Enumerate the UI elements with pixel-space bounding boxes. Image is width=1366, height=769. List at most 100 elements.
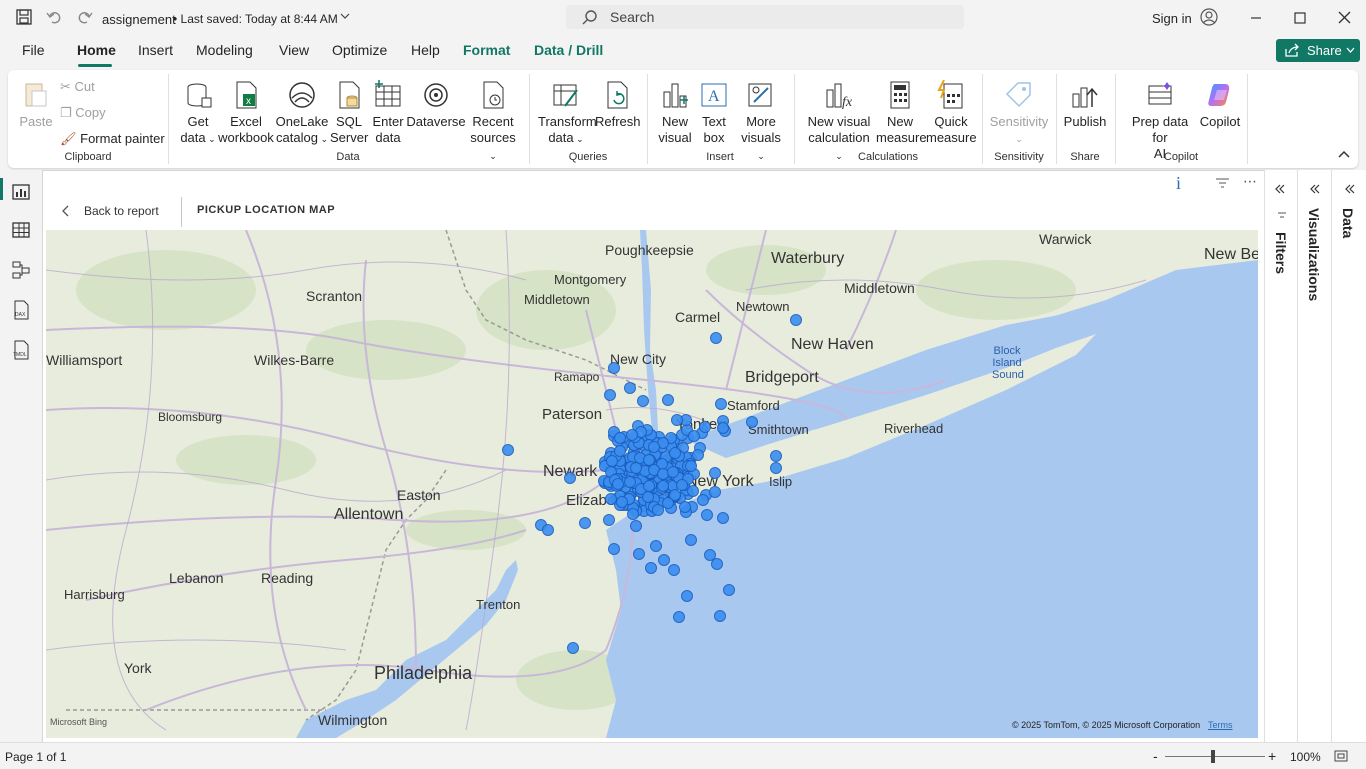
chevron-down-icon[interactable]: [340, 12, 350, 20]
pickup-point[interactable]: [608, 543, 620, 555]
sensitivity-button[interactable]: Sensitivity ⌄: [988, 80, 1050, 147]
info-icon[interactable]: i: [1176, 173, 1181, 194]
zoom-slider-thumb[interactable]: [1211, 750, 1215, 763]
sign-in-link[interactable]: Sign in: [1152, 11, 1192, 26]
pickup-point[interactable]: [723, 584, 735, 596]
transform-data-button[interactable]: Transform data ⌄: [538, 80, 597, 147]
pickup-point[interactable]: [611, 477, 624, 490]
report-view-icon[interactable]: [11, 182, 31, 202]
pickup-point[interactable]: [710, 332, 722, 344]
pickup-point[interactable]: [630, 520, 642, 532]
account-icon[interactable]: [1200, 8, 1218, 26]
tmdl-view-icon[interactable]: TMDL: [11, 340, 31, 360]
pickup-point[interactable]: [715, 398, 727, 410]
tab-modeling[interactable]: Modeling: [196, 42, 253, 58]
pickup-point[interactable]: [746, 416, 758, 428]
format-painter-button[interactable]: 🖌 Format painter: [60, 131, 165, 147]
pickup-point[interactable]: [684, 459, 697, 472]
pickup-point[interactable]: [700, 509, 713, 522]
pickup-point[interactable]: [687, 430, 700, 443]
back-to-report-link[interactable]: Back to report: [84, 204, 159, 218]
pickup-point[interactable]: [604, 389, 616, 401]
tab-file[interactable]: File: [22, 42, 45, 58]
filters-pane[interactable]: Filters: [1264, 170, 1297, 742]
pickup-point[interactable]: [645, 562, 657, 574]
onelake-catalog-button[interactable]: OneLake catalog ⌄: [274, 80, 330, 147]
close-icon[interactable]: [1338, 11, 1351, 24]
pickup-point[interactable]: [662, 394, 674, 406]
collapse-filters-icon[interactable]: [1275, 184, 1285, 194]
cut-button[interactable]: ✂ Cut: [60, 79, 95, 95]
pickup-point[interactable]: [650, 540, 662, 552]
pickup-point[interactable]: [579, 517, 591, 529]
pickup-point[interactable]: [708, 486, 721, 499]
map-visual[interactable]: Poughkeepsie Waterbury Warwick New Be Sc…: [46, 230, 1258, 738]
copilot-button[interactable]: Copilot: [1196, 80, 1244, 130]
pickup-point[interactable]: [629, 462, 642, 475]
minimize-icon[interactable]: [1250, 12, 1262, 24]
tab-view[interactable]: View: [279, 42, 309, 58]
maximize-icon[interactable]: [1294, 12, 1306, 24]
get-data-button[interactable]: Get data ⌄: [176, 80, 220, 147]
tab-help[interactable]: Help: [411, 42, 440, 58]
text-box-button[interactable]: A Text box: [696, 80, 732, 146]
zoom-in-button[interactable]: +: [1268, 748, 1276, 764]
visualizations-pane[interactable]: Visualizations: [1297, 170, 1331, 742]
undo-icon[interactable]: [46, 9, 62, 25]
tab-insert[interactable]: Insert: [138, 42, 173, 58]
refresh-button[interactable]: Refresh: [595, 80, 641, 130]
sql-server-button[interactable]: SQL Server: [330, 80, 368, 146]
pickup-point[interactable]: [603, 514, 615, 526]
data-pane[interactable]: Data: [1331, 170, 1366, 742]
save-icon[interactable]: [16, 9, 32, 25]
redo-icon[interactable]: [77, 9, 93, 25]
pickup-point[interactable]: [711, 558, 723, 570]
filter-icon[interactable]: [1216, 178, 1229, 188]
pickup-point[interactable]: [614, 431, 627, 444]
pickup-point[interactable]: [633, 548, 645, 560]
pickup-point[interactable]: [616, 495, 629, 508]
pickup-point[interactable]: [790, 314, 802, 326]
dataverse-button[interactable]: Dataverse: [406, 80, 466, 130]
tab-home[interactable]: Home: [77, 42, 116, 58]
terms-link[interactable]: Terms: [1208, 720, 1233, 730]
new-visual-button[interactable]: New visual: [656, 80, 694, 146]
pickup-point[interactable]: [770, 462, 782, 474]
new-measure-button[interactable]: New measure: [876, 80, 927, 146]
pickup-point[interactable]: [709, 467, 722, 480]
pickup-point[interactable]: [699, 420, 712, 433]
pickup-point[interactable]: [642, 479, 655, 492]
file-name[interactable]: assignement: [102, 12, 176, 27]
pickup-point[interactable]: [716, 422, 729, 435]
excel-workbook-button[interactable]: x Excel workbook: [218, 80, 274, 146]
tab-data-drill[interactable]: Data / Drill: [534, 42, 603, 58]
pickup-point[interactable]: [714, 610, 726, 622]
pickup-point[interactable]: [668, 446, 681, 459]
recent-sources-button[interactable]: Recent sources ⌄: [466, 80, 520, 164]
quick-measure-button[interactable]: Quick measure: [926, 80, 977, 146]
table-view-icon[interactable]: [11, 220, 31, 240]
zoom-slider-track[interactable]: [1165, 756, 1265, 757]
tab-format[interactable]: Format: [463, 42, 510, 58]
pickup-point[interactable]: [658, 554, 670, 566]
share-button[interactable]: Share: [1276, 39, 1360, 62]
pickup-point[interactable]: [770, 450, 782, 462]
paste-button[interactable]: Paste: [18, 80, 54, 130]
copy-button[interactable]: ❐ Copy: [60, 105, 106, 121]
pickup-point[interactable]: [691, 449, 704, 462]
pickup-point[interactable]: [666, 465, 679, 478]
dax-query-view-icon[interactable]: DAX: [11, 300, 31, 320]
pickup-point[interactable]: [685, 534, 697, 546]
pickup-point[interactable]: [605, 454, 618, 467]
pickup-point[interactable]: [626, 428, 638, 441]
zoom-out-button[interactable]: -: [1153, 748, 1158, 764]
more-options-icon[interactable]: ⋯: [1243, 173, 1257, 190]
pickup-point[interactable]: [717, 512, 730, 525]
pickup-point[interactable]: [624, 382, 636, 394]
pickup-point[interactable]: [567, 642, 579, 654]
pickup-point[interactable]: [668, 564, 680, 576]
collapse-ribbon-icon[interactable]: [1338, 150, 1350, 159]
search-input[interactable]: Search: [566, 5, 964, 29]
pickup-point[interactable]: [687, 484, 700, 497]
pickup-point[interactable]: [681, 590, 693, 602]
